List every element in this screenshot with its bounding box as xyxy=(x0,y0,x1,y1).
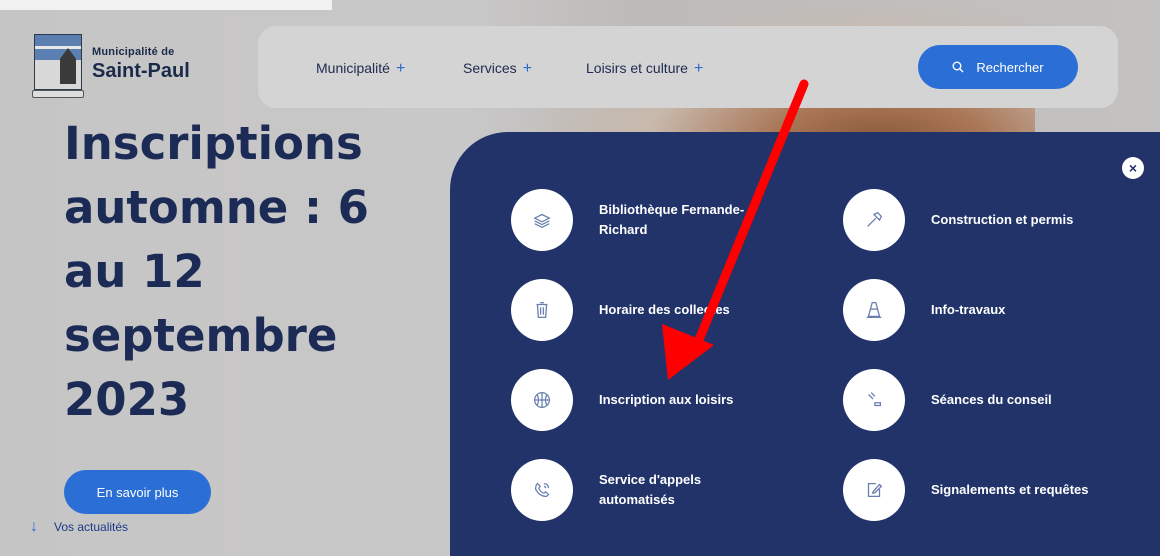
nav-item-municipalite[interactable]: Municipalité + xyxy=(316,60,405,78)
plus-icon: + xyxy=(522,60,533,77)
basketball-icon xyxy=(511,369,573,431)
search-label: Rechercher xyxy=(976,59,1044,75)
close-button[interactable]: × xyxy=(1122,157,1144,179)
hero-title-line: Inscriptions xyxy=(64,117,363,170)
edit-form-icon xyxy=(843,459,905,521)
news-label: Vos actualités xyxy=(54,520,129,534)
nav-item-loisirs-culture[interactable]: Loisirs et culture + xyxy=(586,60,703,78)
service-label: Bibliothèque Fernande-Richard xyxy=(599,202,745,237)
service-item-seances-conseil[interactable]: Séances du conseil xyxy=(843,369,1101,431)
phone-call-icon xyxy=(511,459,573,521)
hero-title-line: automne : 6 xyxy=(64,181,369,234)
nav-item-services[interactable]: Services + xyxy=(463,60,532,78)
nav-label: Municipalité xyxy=(316,60,390,76)
service-item-inscription-loisirs[interactable]: Inscription aux loisirs xyxy=(511,369,769,431)
site-logo[interactable]: Municipalité de Saint-Paul xyxy=(32,34,190,98)
service-item-construction[interactable]: Construction et permis xyxy=(843,189,1101,251)
service-item-appels-automatises[interactable]: Service d'appels automatisés xyxy=(511,459,769,521)
books-icon xyxy=(511,189,573,251)
service-label: Signalements et requêtes xyxy=(931,482,1089,497)
hero-title-line: septembre xyxy=(64,309,338,362)
top-strip xyxy=(0,0,332,10)
close-icon: × xyxy=(1128,160,1138,176)
learn-more-button[interactable]: En savoir plus xyxy=(64,470,211,514)
traffic-cone-icon xyxy=(843,279,905,341)
service-label: Construction et permis xyxy=(931,212,1074,227)
coat-of-arms-icon xyxy=(32,34,84,98)
search-icon xyxy=(952,61,964,73)
hero-title: Inscriptions automne : 6 au 12 septembre… xyxy=(64,112,434,432)
nav-label: Services xyxy=(463,60,517,76)
arrow-down-icon: ↓ xyxy=(30,518,38,535)
logo-subtitle: Municipalité de xyxy=(92,46,175,58)
service-item-bibliotheque[interactable]: Bibliothèque Fernande-Richard xyxy=(511,189,769,251)
service-item-info-travaux[interactable]: Info-travaux xyxy=(843,279,1101,341)
service-label: Info-travaux xyxy=(931,302,1006,317)
hammer-icon xyxy=(843,189,905,251)
service-item-signalements[interactable]: Signalements et requêtes xyxy=(843,459,1101,521)
service-label: Service d'appels automatisés xyxy=(599,472,702,507)
trash-icon xyxy=(511,279,573,341)
news-link[interactable]: ↓ Vos actualités xyxy=(30,518,128,536)
hero-title-line: 2023 xyxy=(64,373,190,426)
plus-icon: + xyxy=(395,60,406,77)
logo-title: Saint-Paul xyxy=(92,60,190,82)
service-label: Séances du conseil xyxy=(931,392,1052,407)
nav-label: Loisirs et culture xyxy=(586,60,688,76)
service-label: Horaire des collectes xyxy=(599,302,730,317)
main-navbar: Municipalité + Services + Loisirs et cultu… xyxy=(258,26,1118,108)
gavel-icon xyxy=(843,369,905,431)
plus-icon: + xyxy=(693,60,704,77)
services-dropdown-panel: × Bibliothèque Fernande-Richard Construc… xyxy=(450,132,1160,556)
service-item-collectes[interactable]: Horaire des collectes xyxy=(511,279,769,341)
search-button[interactable]: Rechercher xyxy=(918,45,1078,89)
service-label: Inscription aux loisirs xyxy=(599,392,734,407)
hero-title-line: au 12 xyxy=(64,245,205,298)
